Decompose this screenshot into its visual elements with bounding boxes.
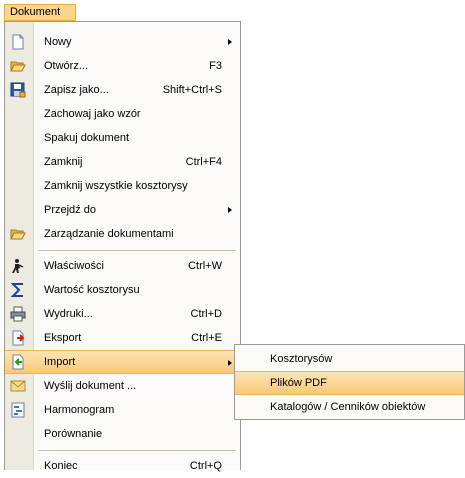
menu-separator [38,450,236,452]
menu-item-label: Nowy [44,36,72,48]
submenu-item-label: Katalogów / Cenników obiektów [270,401,426,413]
menu-item-label: Import [44,356,76,368]
menu-item-shortcut: F3 [209,60,222,72]
menu-item-label: Eksport [44,332,82,344]
menu-item-wartosc-kosztorysu[interactable]: Wartość kosztorysu [5,278,240,302]
menu-item-label: Spakuj dokument [44,132,129,144]
menu-item-nowy[interactable]: Nowy [5,30,240,54]
menu-item-eksport[interactable]: Eksport Ctrl+E [5,326,240,350]
import-icon [10,354,26,370]
menu-item-label: Harmonogram [44,404,115,416]
menu-item-label: Porównanie [44,428,103,440]
menu-dokument[interactable]: Dokument [4,4,76,21]
submenu-item-katalogow-cennikow[interactable]: Katalogów / Cenników obiektów [235,395,464,419]
menu-item-wydruki[interactable]: Wydruki... Ctrl+D [5,302,240,326]
menu-item-zamknij-wszystkie[interactable]: Zamknij wszystkie kosztorysy [5,174,240,198]
menu-item-shortcut: Ctrl+Q [189,460,222,472]
submenu-arrow-icon [228,207,232,213]
menu-item-shortcut: Ctrl+E [191,332,222,344]
menu-item-label: Zachowaj jako wzór [44,108,141,120]
menu-item-otworz[interactable]: Otwórz... F3 [5,54,240,78]
menu-item-harmonogram[interactable]: Harmonogram [5,398,240,422]
submenu-item-plikow-pdf[interactable]: Plików PDF [235,371,464,395]
submenu-arrow-icon [228,360,232,366]
properties-figure-icon [10,258,26,274]
menu-item-label: Przejdź do [44,204,96,216]
menu-item-shortcut: Ctrl+W [188,260,222,272]
menu-item-label: Właściwości [44,260,104,272]
menu-item-zarzadzanie-dokumentami[interactable]: Zarządzanie dokumentami [5,222,240,246]
menu-dokument-label: Dokument [10,6,61,18]
menu-item-label: Koniec [44,460,78,472]
sigma-icon [10,282,26,298]
menu-item-label: Wartość kosztorysu [44,284,140,296]
menu-item-spakuj-dokument[interactable]: Spakuj dokument [5,126,240,150]
submenu-arrow-icon [228,39,232,45]
menu-item-koniec[interactable]: Koniec Ctrl+Q [5,454,240,478]
envelope-icon [10,378,26,394]
menu-item-shortcut: Ctrl+F4 [185,156,222,168]
menu-item-label: Zapisz jako... [44,84,109,96]
menu-item-wyslij-dokument[interactable]: Wyślij dokument ... [5,374,240,398]
submenu-item-label: Kosztorysów [270,353,333,365]
menu-item-przejdz-do[interactable]: Przejdź do [5,198,240,222]
menu-item-label: Wydruki... [44,308,93,320]
new-document-icon [10,34,26,50]
menu-item-zamknij[interactable]: Zamknij Ctrl+F4 [5,150,240,174]
menu-item-label: Zamknij [44,156,83,168]
menu-item-shortcut: Ctrl+D [190,308,222,320]
folder-open-icon [10,226,26,242]
menu-item-label: Wyślij dokument ... [44,380,137,392]
submenu-item-label: Plików PDF [270,377,327,389]
dokument-dropdown: Nowy Otwórz... F3 Zapisz jako... Shift+C… [4,21,241,472]
menu-item-wlasciwosci[interactable]: Właściwości Ctrl+W [5,254,240,278]
folder-open-icon [10,58,26,74]
menu-item-shortcut: Shift+Ctrl+S [162,84,222,96]
menu-item-label: Zamknij wszystkie kosztorysy [44,180,188,192]
schedule-icon [10,402,26,418]
menu-item-zapisz-jako[interactable]: Zapisz jako... Shift+Ctrl+S [5,78,240,102]
menu-separator [38,250,236,252]
save-as-icon [10,82,26,98]
menu-item-zachowaj-jako-wzor[interactable]: Zachowaj jako wzór [5,102,240,126]
export-icon [10,330,26,346]
menu-item-label: Zarządzanie dokumentami [44,228,174,240]
printer-icon [10,306,26,322]
menu-item-porownanie[interactable]: Porównanie [5,422,240,446]
menu-item-import[interactable]: Import [5,350,240,374]
import-submenu: Kosztorysów Plików PDF Katalogów / Cenni… [234,344,465,420]
menu-item-label: Otwórz... [44,60,89,72]
submenu-item-kosztorysow[interactable]: Kosztorysów [235,347,464,371]
